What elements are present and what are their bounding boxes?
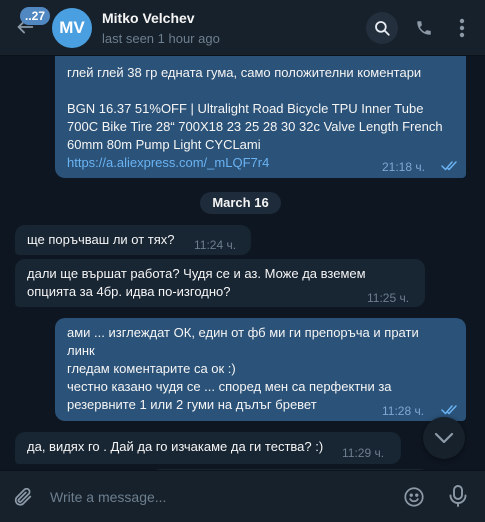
message-time: 21:18 ч. — [382, 160, 425, 174]
message-text-line: глей глей 38 гр едната гума, само положи… — [67, 65, 422, 80]
message-text-line: дали ще вършат работа? Чудя се и аз. Мож… — [27, 266, 366, 281]
message-input[interactable] — [50, 487, 350, 507]
unread-count-badge: ..27 — [20, 7, 51, 25]
date-separator: March 16 — [200, 192, 281, 214]
message-time: 11:25 ч. — [367, 291, 410, 305]
message-list[interactable]: глей глей 38 гр едната гума, само положи… — [0, 56, 485, 470]
scroll-to-bottom-button[interactable] — [423, 417, 465, 459]
message-time: 11:28 ч. — [382, 404, 425, 418]
contact-name[interactable]: Mitko Velchev — [102, 10, 195, 26]
incoming-message[interactable]: да, видях го . Дай да го изчакаме да ги … — [15, 432, 401, 464]
search-button[interactable] — [366, 12, 398, 44]
avatar[interactable]: MV — [52, 8, 92, 48]
microphone-icon[interactable] — [447, 484, 469, 508]
outgoing-message[interactable]: ами ... изглеждат ОК, един от фб ми ги п… — [55, 318, 466, 421]
incoming-message[interactable]: дали ще вършат работа? Чудя се и аз. Мож… — [15, 259, 425, 307]
phone-icon — [417, 21, 431, 35]
call-button[interactable] — [408, 12, 440, 44]
more-vertical-icon — [459, 18, 465, 38]
double-check-icon — [441, 405, 457, 415]
search-icon — [375, 21, 390, 36]
emoji-icon[interactable] — [403, 486, 425, 508]
incoming-message[interactable]: ще поръчваш ли от тях? 11:24 ч. — [15, 225, 251, 255]
message-text-line: да, видях го . Дай да го изчакаме да ги … — [27, 439, 324, 454]
message-text-line: 60mm 80m Pump Light CYCLami — [67, 137, 261, 152]
message-text-line — [67, 82, 454, 100]
last-seen-status: last seen 1 hour ago — [102, 31, 220, 46]
message-text-line: BGN 16.37 51%OFF | Ultralight Road Bicyc… — [67, 101, 424, 116]
message-time: 11:29 ч. — [342, 446, 385, 460]
double-check-icon — [441, 161, 457, 171]
outgoing-message[interactable]: глей глей 38 гр едната гума, само положи… — [55, 56, 466, 178]
chat-header: ..27 MV Mitko Velchev last seen 1 hour a… — [0, 0, 485, 56]
more-options-button[interactable] — [446, 12, 478, 44]
message-text-line: честно казано чудя се ... според мен са … — [67, 379, 392, 394]
message-text-line: опцията за 4бр. идва по-изгодно? — [27, 284, 231, 299]
message-text-line: 700C Bike Tire 28“ 700X18 23 25 28 30 32… — [67, 119, 443, 134]
message-text-line: линк — [67, 343, 95, 358]
paperclip-icon[interactable] — [12, 486, 34, 508]
message-time: 11:24 ч. — [194, 238, 237, 252]
message-text-line: гледам коментарите са ок :) — [67, 361, 236, 376]
message-text-line: ами ... изглеждат ОК, един от фб ми ги п… — [67, 325, 419, 340]
message-composer — [0, 470, 485, 522]
chevron-down-icon — [434, 432, 454, 444]
